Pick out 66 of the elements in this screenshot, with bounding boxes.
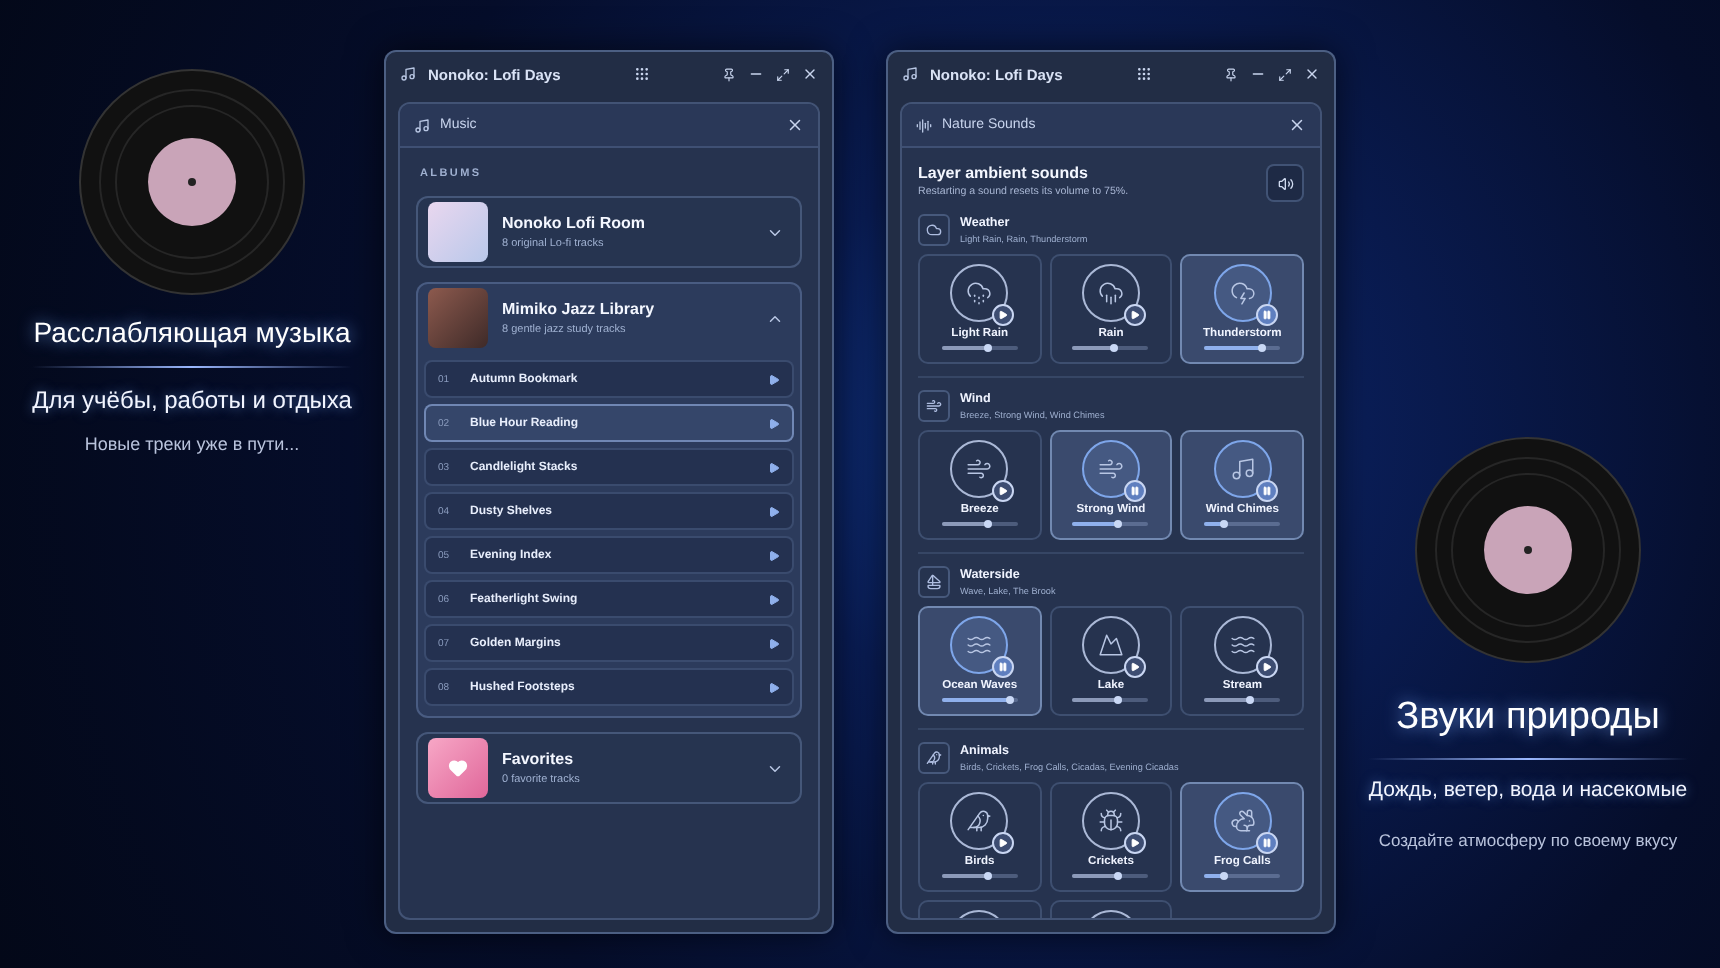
close-icon[interactable] bbox=[1288, 116, 1306, 134]
cloud-lightning-icon bbox=[1229, 280, 1256, 306]
play-icon bbox=[768, 505, 780, 517]
volume-icon bbox=[1277, 175, 1293, 191]
volume-button[interactable] bbox=[1266, 164, 1304, 202]
play-icon[interactable] bbox=[1123, 832, 1146, 854]
promo-note: Создайте атмосферу по своему вкусу bbox=[1378, 830, 1678, 850]
album-card[interactable] bbox=[416, 282, 802, 718]
play-icon bbox=[768, 593, 780, 605]
pause-icon[interactable] bbox=[1255, 480, 1278, 502]
music-note-icon bbox=[1229, 456, 1256, 482]
play-icon[interactable] bbox=[1123, 304, 1146, 326]
cloud-rain-icon bbox=[1097, 280, 1124, 306]
sailboat-icon bbox=[918, 566, 950, 598]
waves-icon bbox=[1229, 632, 1256, 658]
cloud-drizzle-icon bbox=[966, 280, 993, 306]
pause-icon[interactable] bbox=[1123, 480, 1146, 502]
audio-lines-icon bbox=[916, 117, 932, 133]
music-note-icon bbox=[400, 66, 416, 82]
grip-icon[interactable] bbox=[633, 66, 650, 82]
close-icon[interactable] bbox=[802, 66, 819, 82]
wind-icon bbox=[1097, 456, 1124, 482]
bird-icon bbox=[918, 742, 950, 774]
promo-title: Расслабляющая музыка bbox=[33, 316, 351, 348]
cloud-icon bbox=[918, 214, 950, 246]
section-heading: Layer ambient sounds bbox=[918, 164, 1090, 182]
maximize-icon[interactable] bbox=[1278, 67, 1293, 81]
play-icon bbox=[768, 373, 780, 385]
waves-icon bbox=[966, 632, 993, 658]
music-note-icon bbox=[414, 117, 430, 133]
play-icon bbox=[768, 549, 780, 561]
play-icon bbox=[768, 461, 780, 473]
photo-placeholder bbox=[428, 202, 488, 262]
album-name: Nonoko Lofi Room bbox=[502, 214, 648, 232]
wind-icon bbox=[918, 390, 950, 422]
play-icon bbox=[768, 637, 780, 649]
play-icon bbox=[768, 681, 780, 693]
promo-title: Звуки природы bbox=[1396, 696, 1660, 740]
promo-subtitle: Для учёбы, работы и отдыха bbox=[32, 386, 352, 414]
pause-icon[interactable] bbox=[992, 656, 1015, 678]
pin-icon[interactable] bbox=[1224, 67, 1239, 81]
pin-icon[interactable] bbox=[722, 67, 737, 81]
pause-icon[interactable] bbox=[1255, 304, 1278, 326]
photo-placeholder bbox=[428, 288, 488, 348]
pause-icon[interactable] bbox=[1255, 832, 1278, 854]
play-icon[interactable] bbox=[1123, 656, 1146, 678]
bug-icon bbox=[1097, 808, 1124, 834]
play-icon[interactable] bbox=[992, 832, 1015, 854]
close-icon[interactable] bbox=[1304, 66, 1321, 82]
play-icon bbox=[768, 417, 780, 429]
grip-icon[interactable] bbox=[1135, 66, 1152, 82]
play-icon[interactable] bbox=[992, 480, 1015, 502]
close-icon[interactable] bbox=[786, 116, 804, 134]
maximize-icon[interactable] bbox=[776, 67, 791, 81]
wind-icon bbox=[966, 456, 993, 482]
music-note-icon bbox=[902, 66, 918, 82]
heart-icon bbox=[448, 758, 468, 778]
play-icon[interactable] bbox=[992, 304, 1015, 326]
album-name: Mimiko Jazz Library bbox=[502, 300, 657, 318]
promo-subtitle: Дождь, ветер, вода и насекомые bbox=[1368, 778, 1688, 802]
play-icon[interactable] bbox=[1255, 656, 1278, 678]
mountain-icon bbox=[1097, 632, 1124, 658]
album-name: Favorites bbox=[502, 750, 576, 768]
bird-icon bbox=[966, 808, 993, 834]
promo-note: Новые треки уже в пути... bbox=[84, 434, 300, 454]
rabbit-icon bbox=[1229, 808, 1256, 834]
